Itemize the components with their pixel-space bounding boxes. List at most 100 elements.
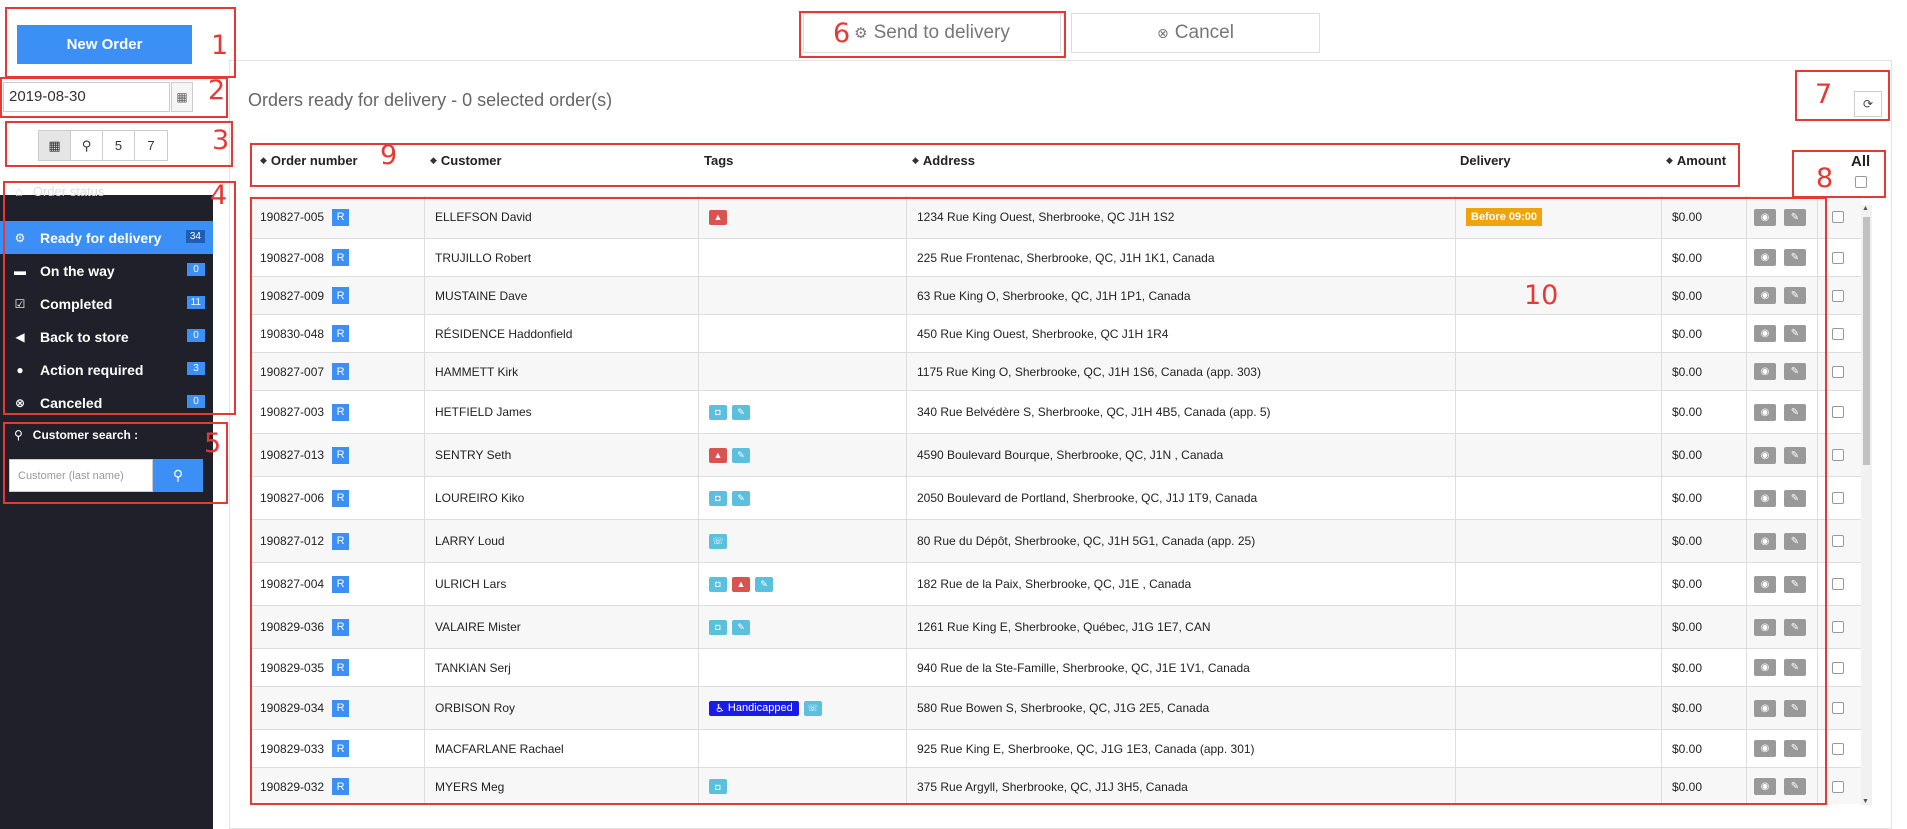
row-checkbox[interactable] xyxy=(1832,406,1844,418)
table-row[interactable]: 190829-032 R MYERS Meg ◘ 375 Rue Argyll, She… xyxy=(250,768,1862,804)
view-button-5[interactable]: 5 xyxy=(103,131,135,160)
edit-pencil-icon[interactable]: ✎ xyxy=(1784,325,1806,342)
cell-select xyxy=(1818,477,1862,519)
cell-delivery xyxy=(1456,315,1662,352)
refresh-icon[interactable]: ⟳ xyxy=(1854,91,1882,117)
view-eye-icon[interactable]: ◉ xyxy=(1754,208,1776,226)
table-row[interactable]: 190827-003 R HETFIELD James ◘ ✎ 340 Rue Belvé… xyxy=(250,391,1862,434)
edit-pencil-icon[interactable]: ✎ xyxy=(1784,778,1806,795)
row-checkbox[interactable] xyxy=(1832,492,1844,504)
map-pin-icon[interactable]: ⚲ xyxy=(71,131,103,160)
view-eye-icon[interactable]: ◉ xyxy=(1754,575,1776,593)
table-row[interactable]: 190827-005 R ELLEFSON David ▲ 1234 Rue King … xyxy=(250,196,1862,239)
cell-select xyxy=(1818,239,1862,276)
date-field[interactable]: 2019-08-30 xyxy=(3,82,170,112)
customer-search-input[interactable]: Customer (last name) xyxy=(9,459,153,492)
status-on-the-way[interactable]: ▬ On the way 0 xyxy=(0,254,213,287)
status-action-required[interactable]: ● Action required 3 xyxy=(0,353,213,386)
view-eye-icon[interactable]: ◉ xyxy=(1754,287,1776,304)
row-checkbox[interactable] xyxy=(1832,365,1844,378)
header-address[interactable]: ◆ Address xyxy=(912,153,975,168)
table-row[interactable]: 190827-007 R HAMMETT Kirk 1175 Rue King O, … xyxy=(250,353,1862,391)
cell-delivery xyxy=(1456,768,1662,804)
cell-order-number: 190827-004 R xyxy=(250,563,425,605)
edit-pencil-icon[interactable]: ✎ xyxy=(1784,208,1806,226)
table-row[interactable]: 190829-033 R MACFARLANE Rachael 925 Rue Kin… xyxy=(250,730,1862,768)
cancel-button[interactable]: ⊗ Cancel xyxy=(1071,13,1320,53)
edit-pencil-icon[interactable]: ✎ xyxy=(1784,740,1806,757)
row-checkbox[interactable] xyxy=(1832,780,1844,793)
edit-pencil-icon[interactable]: ✎ xyxy=(1784,532,1806,550)
edit-pencil-icon[interactable]: ✎ xyxy=(1784,659,1806,676)
customer-name: TANKIAN Serj xyxy=(435,660,511,675)
header-customer[interactable]: ◆ Customer xyxy=(430,153,502,168)
select-all-checkbox[interactable] xyxy=(1855,176,1867,188)
row-checkbox[interactable] xyxy=(1832,327,1844,340)
view-eye-icon[interactable]: ◉ xyxy=(1754,618,1776,636)
edit-pencil-icon[interactable]: ✎ xyxy=(1784,489,1806,507)
table-view-icon[interactable]: ▦ xyxy=(39,131,71,160)
row-checkbox[interactable] xyxy=(1832,289,1844,302)
status-completed[interactable]: ☑ Completed 11 xyxy=(0,287,213,320)
header-amount[interactable]: ◆ Amount xyxy=(1666,153,1726,168)
row-checkbox[interactable] xyxy=(1832,661,1844,674)
view-eye-icon[interactable]: ◉ xyxy=(1754,325,1776,342)
row-checkbox[interactable] xyxy=(1832,449,1844,461)
view-eye-icon[interactable]: ◉ xyxy=(1754,249,1776,266)
table-row[interactable]: 190827-004 R ULRICH Lars ◘ ▲ ✎ 182 Rue de la P… xyxy=(250,563,1862,606)
view-eye-icon[interactable]: ◉ xyxy=(1754,778,1776,795)
table-row[interactable]: 190827-013 R SENTRY Seth ▲ ✎ 4590 Boulevard B… xyxy=(250,434,1862,477)
status-canceled[interactable]: ⊗ Canceled 0 xyxy=(0,386,213,419)
row-checkbox[interactable] xyxy=(1832,621,1844,633)
customer-search-button[interactable]: ⚲ xyxy=(153,459,203,492)
scrollbar-thumb[interactable] xyxy=(1863,217,1870,465)
new-order-button[interactable]: New Order xyxy=(17,25,192,64)
table-row[interactable]: 190829-036 R VALAIRE Mister ◘ ✎ 1261 Rue King… xyxy=(250,606,1862,649)
row-checkbox[interactable] xyxy=(1832,742,1844,755)
table-row[interactable]: 190827-012 R LARRY Loud ☏ 80 Rue du Dépôt, S… xyxy=(250,520,1862,563)
edit-pencil-icon[interactable]: ✎ xyxy=(1784,363,1806,380)
row-checkbox[interactable] xyxy=(1832,211,1844,223)
scrollbar[interactable]: ▲ ▼ xyxy=(1861,205,1872,805)
edit-pencil-icon[interactable]: ✎ xyxy=(1784,287,1806,304)
edit-pencil-icon[interactable]: ✎ xyxy=(1784,403,1806,421)
annotation-number-1: 1 xyxy=(211,30,229,61)
status-back-to-store[interactable]: ◀ Back to store 0 xyxy=(0,320,213,353)
table-row[interactable]: 190829-034 R ORBISON Roy ♿ Handicapped ☏ 580 … xyxy=(250,687,1862,730)
view-eye-icon[interactable]: ◉ xyxy=(1754,446,1776,464)
cell-customer: HETFIELD James xyxy=(425,391,699,433)
scroll-up-icon[interactable]: ▲ xyxy=(1862,205,1869,212)
table-row[interactable]: 190830-048 R RÉSIDENCE Haddonfield 450 Rue … xyxy=(250,315,1862,353)
edit-pencil-icon[interactable]: ✎ xyxy=(1784,249,1806,266)
view-eye-icon[interactable]: ◉ xyxy=(1754,659,1776,676)
cell-actions: ◉ ✎ xyxy=(1747,315,1818,352)
view-eye-icon[interactable]: ◉ xyxy=(1754,699,1776,717)
car-icon: ▬ xyxy=(14,263,26,278)
cell-address: 940 Rue de la Ste-Famille, Sherbrooke, Q… xyxy=(907,649,1456,686)
view-eye-icon[interactable]: ◉ xyxy=(1754,740,1776,757)
scroll-down-icon[interactable]: ▼ xyxy=(1862,798,1869,805)
sort-icon: ◆ xyxy=(260,155,267,165)
edit-pencil-icon[interactable]: ✎ xyxy=(1784,618,1806,636)
view-eye-icon[interactable]: ◉ xyxy=(1754,403,1776,421)
row-checkbox[interactable] xyxy=(1832,251,1844,264)
table-row[interactable]: 190829-035 R TANKIAN Serj 940 Rue de la Ste… xyxy=(250,649,1862,687)
view-button-7[interactable]: 7 xyxy=(135,131,167,160)
row-checkbox[interactable] xyxy=(1832,702,1844,714)
view-eye-icon[interactable]: ◉ xyxy=(1754,363,1776,380)
edit-pencil-icon[interactable]: ✎ xyxy=(1784,699,1806,717)
calendar-icon[interactable]: ▦ xyxy=(171,82,193,112)
cell-amount: $0.00 xyxy=(1662,563,1747,605)
edit-pencil-icon[interactable]: ✎ xyxy=(1784,575,1806,593)
edit-pencil-icon[interactable]: ✎ xyxy=(1784,446,1806,464)
row-checkbox[interactable] xyxy=(1832,578,1844,590)
row-checkbox[interactable] xyxy=(1832,535,1844,547)
view-eye-icon[interactable]: ◉ xyxy=(1754,532,1776,550)
status-ready-for-delivery[interactable]: ⚙ Ready for delivery 34 xyxy=(0,221,213,254)
view-eye-icon[interactable]: ◉ xyxy=(1754,489,1776,507)
header-order-number[interactable]: ◆ Order number xyxy=(260,153,358,168)
table-row[interactable]: 190827-009 R MUSTAINE Dave 63 Rue King O, S… xyxy=(250,277,1862,315)
table-row[interactable]: 190827-008 R TRUJILLO Robert 225 Rue Fronte… xyxy=(250,239,1862,277)
table-row[interactable]: 190827-006 R LOUREIRO Kiko ◘ ✎ 2050 Boulevard… xyxy=(250,477,1862,520)
warning-icon: ▲ xyxy=(709,447,727,463)
